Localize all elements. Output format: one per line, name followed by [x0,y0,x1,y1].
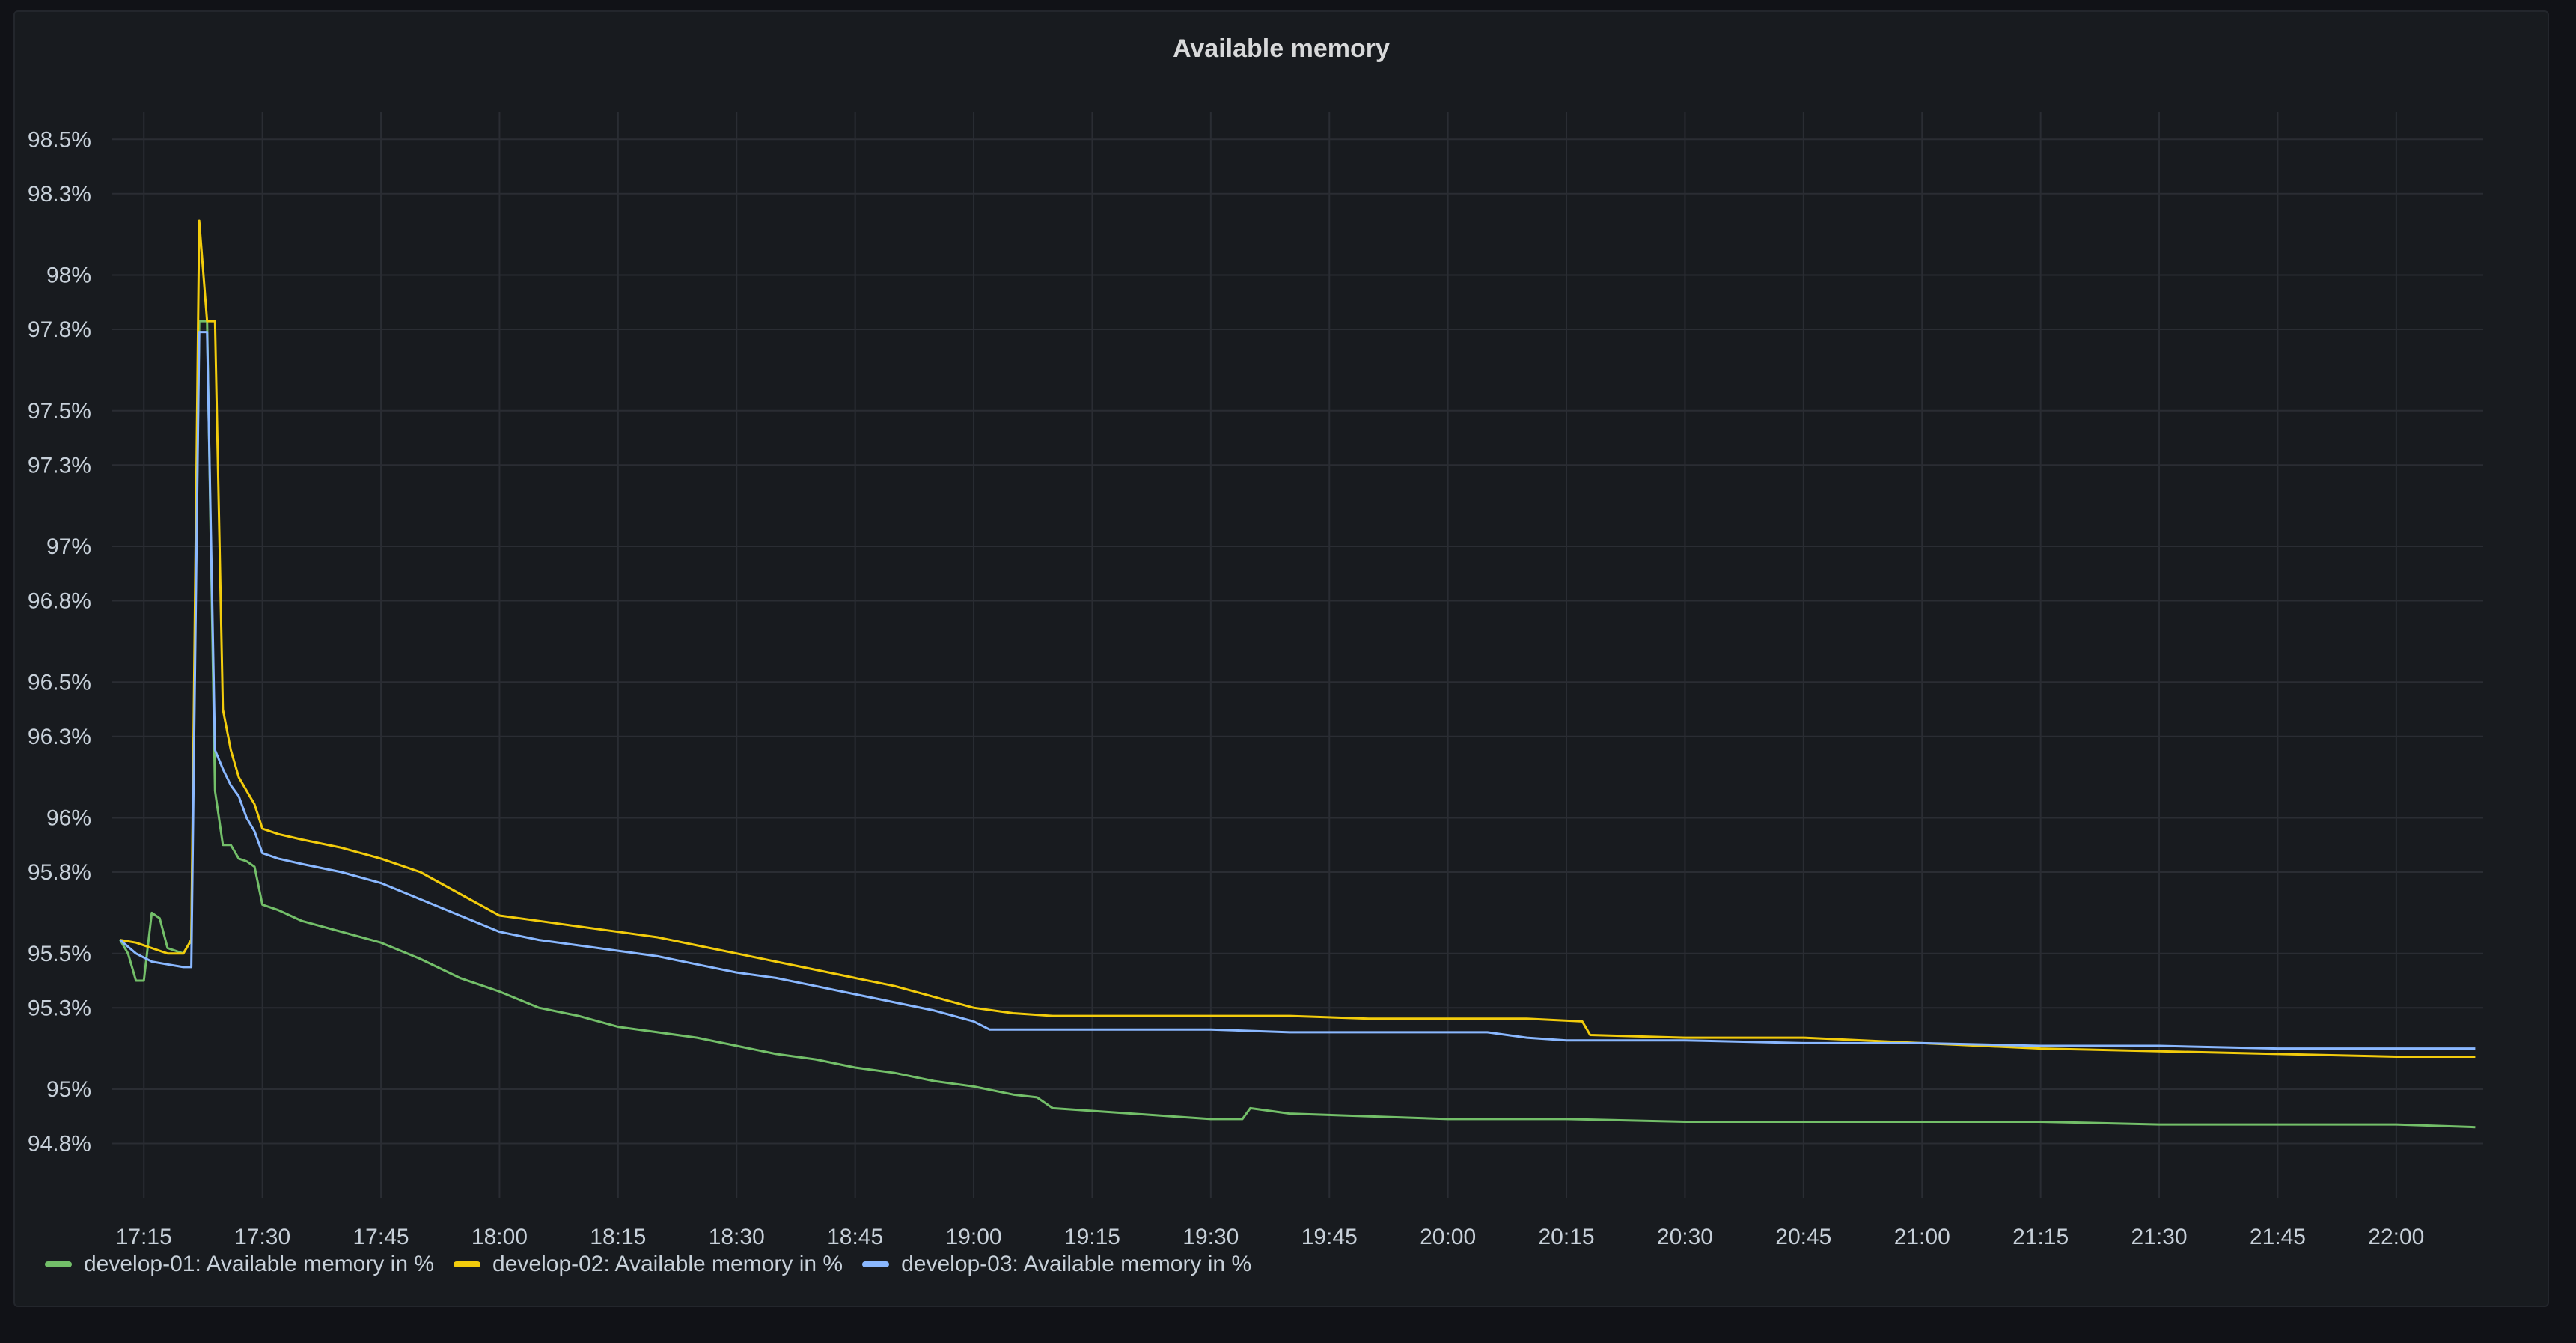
legend-label: develop-02: Available memory in % [492,1252,843,1276]
y-tick-label: 97.3% [28,453,91,478]
legend-swatch [45,1261,72,1267]
y-tick-label: 95.5% [28,942,91,966]
series-line-1[interactable] [119,320,2476,1129]
x-tick-label: 20:15 [1539,1225,1595,1249]
x-tick-label: 20:00 [1420,1225,1476,1249]
x-tick-label: 20:30 [1657,1225,1713,1249]
legend-item-2[interactable]: develop-02: Available memory in % [454,1252,843,1277]
y-tick-label: 95.3% [28,996,91,1020]
x-tick-label: 20:45 [1775,1225,1831,1249]
x-tick-label: 21:15 [2012,1225,2069,1249]
legend: develop-01: Available memory in % develop… [45,1252,1251,1277]
legend-label: develop-03: Available memory in % [901,1252,1252,1276]
x-tick-label: 21:45 [2250,1225,2306,1249]
line-chart: 94.8% 95% 95.3% 95.5% 95.8% 96% 96.3% 96.5% 96.8… [28,112,2483,1249]
legend-item-3[interactable]: develop-03: Available memory in % [862,1252,1251,1277]
y-tick-label: 97% [46,535,91,559]
y-tick-label: 97.8% [28,317,91,342]
x-tick-label: 19:15 [1064,1225,1120,1249]
legend-item-1[interactable]: develop-01: Available memory in % [45,1252,434,1277]
legend-swatch [454,1261,481,1267]
x-tick-label: 18:30 [709,1225,765,1249]
series-line-2[interactable] [120,219,2476,1058]
y-tick-label: 96.5% [28,670,91,695]
x-tick-label: 21:00 [1894,1225,1950,1249]
y-tick-label: 96.3% [28,725,91,749]
x-tick-label: 21:30 [2131,1225,2188,1249]
y-tick-label: 98.3% [28,182,91,207]
y-tick-label: 95% [46,1077,91,1102]
x-tick-label: 17:15 [116,1225,172,1249]
x-tick-label: 19:45 [1301,1225,1358,1249]
x-tick-label: 19:00 [946,1225,1002,1249]
y-tick-label: 96.8% [28,589,91,614]
x-tick-label: 18:00 [471,1225,528,1249]
x-tick-label: 18:15 [590,1225,646,1249]
x-tick-label: 18:45 [827,1225,883,1249]
y-tick-label: 95.8% [28,860,91,885]
x-tick-label: 17:45 [353,1225,409,1249]
y-tick-label: 96% [46,806,91,831]
series-line-3[interactable] [119,331,2476,1050]
legend-swatch [862,1261,890,1267]
x-tick-label: 17:30 [234,1225,290,1249]
y-tick-label: 98.5% [28,127,91,152]
x-tick-label: 22:00 [2368,1225,2424,1249]
y-tick-label: 98% [46,264,91,288]
y-tick-label: 97.5% [28,399,91,424]
y-tick-label: 94.8% [28,1132,91,1157]
legend-label: develop-01: Available memory in % [84,1252,435,1276]
x-tick-label: 19:30 [1182,1225,1239,1249]
